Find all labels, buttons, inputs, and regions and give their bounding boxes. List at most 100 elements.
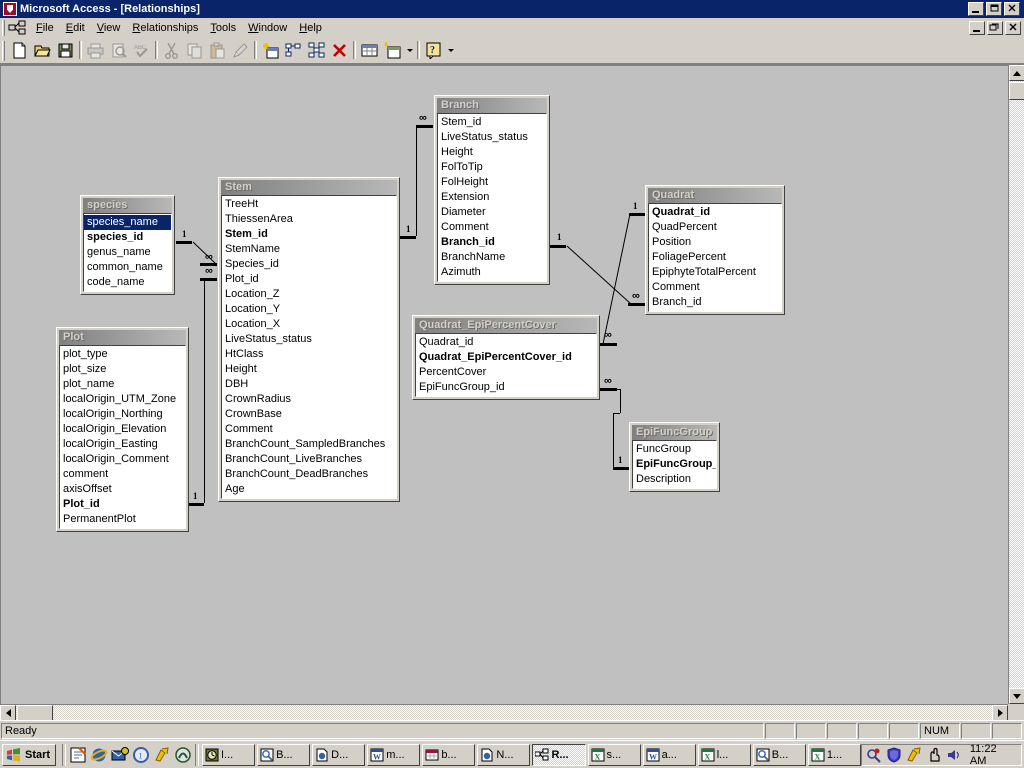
- table-title-branch[interactable]: Branch: [437, 98, 547, 113]
- new-database-button[interactable]: [8, 40, 31, 62]
- field-plot-PermanentPlot[interactable]: PermanentPlot: [60, 512, 185, 527]
- menu-grip[interactable]: [2, 19, 5, 36]
- close-button[interactable]: [1004, 2, 1020, 16]
- menu-window[interactable]: Window: [242, 20, 293, 36]
- field-branch-Diameter[interactable]: Diameter: [438, 205, 546, 220]
- field-list-plot[interactable]: plot_type plot_size plot_name localOrigin_U…: [59, 345, 186, 529]
- field-quadrat-Position[interactable]: Position: [649, 235, 781, 250]
- field-quadrat_epipercentcover-Quadrat_id[interactable]: Quadrat_id: [416, 335, 596, 350]
- menu-tools[interactable]: Tools: [204, 20, 242, 36]
- rel-line-stem-branch-v[interactable]: [416, 125, 417, 236]
- field-plot-plot_name[interactable]: plot_name: [60, 377, 185, 392]
- rel-line-efg-epi-v1[interactable]: [613, 413, 614, 467]
- field-stem-Plot_id[interactable]: Plot_id: [222, 272, 396, 287]
- field-epifuncgroup-EpiFuncGroup_id[interactable]: EpiFuncGroup_id: [633, 457, 716, 472]
- save-button[interactable]: [54, 40, 77, 62]
- field-branch-Height[interactable]: Height: [438, 145, 546, 160]
- taskbar-button-11[interactable]: X 1...: [807, 743, 861, 766]
- field-stem-Location_X[interactable]: Location_X: [222, 317, 396, 332]
- field-quadrat_epipercentcover-PercentCover[interactable]: PercentCover: [416, 365, 596, 380]
- table-box-species[interactable]: species species_name species_id genus_name c…: [80, 195, 175, 295]
- scroll-down-button[interactable]: [1009, 688, 1024, 704]
- table-title-stem[interactable]: Stem: [221, 180, 397, 195]
- table-title-quadrat_epipercentcover[interactable]: Quadrat_EpiPercentCover: [415, 318, 597, 333]
- document-restore-button[interactable]: [987, 20, 1003, 35]
- field-plot-localOrigin_Easting[interactable]: localOrigin_Easting: [60, 437, 185, 452]
- field-branch-LiveStatus_status[interactable]: LiveStatus_status: [438, 130, 546, 145]
- taskbar-button-0[interactable]: I...: [202, 743, 256, 766]
- hand-icon[interactable]: [926, 747, 942, 763]
- field-stem-BranchCount_DeadBranches[interactable]: BranchCount_DeadBranches: [222, 467, 396, 482]
- table-box-stem[interactable]: Stem TreeHt ThiessenArea Stem_id StemName Spe…: [218, 177, 400, 502]
- scroll-up-button[interactable]: [1009, 65, 1024, 81]
- rel-line-species-stem[interactable]: [192, 241, 217, 265]
- field-stem-HtClass[interactable]: HtClass: [222, 347, 396, 362]
- database-window-button[interactable]: [358, 40, 381, 62]
- field-list-quadrat_epipercentcover[interactable]: Quadrat_id Quadrat_EpiPercentCover_id Perc…: [415, 333, 597, 397]
- new-object-button[interactable]: [381, 40, 404, 62]
- field-species-genus_name[interactable]: genus_name: [84, 245, 171, 260]
- taskbar-button-4[interactable]: b...: [422, 743, 476, 766]
- field-species-species_id[interactable]: species_id: [84, 230, 171, 245]
- field-quadrat-Quadrat_id[interactable]: Quadrat_id: [649, 205, 781, 220]
- field-branch-FolToTip[interactable]: FolToTip: [438, 160, 546, 175]
- field-list-stem[interactable]: TreeHt ThiessenArea Stem_id StemName Species…: [221, 195, 397, 499]
- taskbar-button-3[interactable]: Wm...: [367, 743, 421, 766]
- start-button[interactable]: Start: [2, 743, 57, 766]
- rel-line-quadrat-epi[interactable]: [602, 213, 631, 345]
- field-stem-CrownRadius[interactable]: CrownRadius: [222, 392, 396, 407]
- taskbar-button-6[interactable]: R...: [532, 743, 586, 766]
- vertical-scroll-thumb[interactable]: [1009, 82, 1024, 100]
- field-quadrat-QuadPercent[interactable]: QuadPercent: [649, 220, 781, 235]
- menu-edit[interactable]: Edit: [60, 20, 91, 36]
- document-minimize-button[interactable]: [969, 20, 985, 35]
- field-quadrat_epipercentcover-EpiFuncGroup_id[interactable]: EpiFuncGroup_id: [416, 380, 596, 395]
- outlook-express-icon[interactable]: [111, 746, 130, 764]
- show-direct-relationships-button[interactable]: [282, 40, 305, 62]
- field-stem-CrownBase[interactable]: CrownBase: [222, 407, 396, 422]
- toolbar-grip[interactable]: [2, 40, 5, 61]
- rel-line-plot-stem-v[interactable]: [204, 278, 205, 503]
- field-stem-ThiessenArea[interactable]: ThiessenArea: [222, 212, 396, 227]
- taskbar-button-7[interactable]: Xs...: [587, 743, 641, 766]
- field-plot-comment[interactable]: comment: [60, 467, 185, 482]
- field-stem-BranchCount_SampledBranches[interactable]: BranchCount_SampledBranches: [222, 437, 396, 452]
- field-species-common_name[interactable]: common_name: [84, 260, 171, 275]
- table-box-quadrat_epipercentcover[interactable]: Quadrat_EpiPercentCover Quadrat_id Quadrat…: [412, 315, 600, 400]
- help-dropdown-arrow[interactable]: [445, 40, 456, 62]
- menu-view[interactable]: View: [91, 20, 127, 36]
- volume-icon[interactable]: [946, 747, 962, 763]
- field-plot-axisOffset[interactable]: axisOffset: [60, 482, 185, 497]
- field-branch-Branch_id[interactable]: Branch_id: [438, 235, 546, 250]
- field-branch-Azimuth[interactable]: Azimuth: [438, 265, 546, 280]
- show-table-button[interactable]: [259, 40, 282, 62]
- menu-relationships[interactable]: Relationships: [126, 20, 204, 36]
- field-quadrat-Comment[interactable]: Comment: [649, 280, 781, 295]
- virus-scan-icon[interactable]: [866, 747, 882, 763]
- field-quadrat-FoliagePercent[interactable]: FoliagePercent: [649, 250, 781, 265]
- relationships-canvas[interactable]: species species_name species_id genus_name c…: [0, 65, 1008, 704]
- field-plot-localOrigin_UTM_Zone[interactable]: localOrigin_UTM_Zone: [60, 392, 185, 407]
- taskbar-clock[interactable]: 11:22 AM: [966, 743, 1017, 767]
- netscape-icon[interactable]: [174, 746, 192, 764]
- minimize-button[interactable]: [968, 2, 984, 16]
- field-species-species_name[interactable]: species_name: [84, 215, 171, 230]
- shield-icon[interactable]: [886, 746, 902, 763]
- field-stem-TreeHt[interactable]: TreeHt: [222, 197, 396, 212]
- field-stem-Comment[interactable]: Comment: [222, 422, 396, 437]
- field-plot-plot_type[interactable]: plot_type: [60, 347, 185, 362]
- vertical-scrollbar[interactable]: [1008, 65, 1024, 704]
- field-epifuncgroup-Description[interactable]: Description: [633, 472, 716, 487]
- field-list-species[interactable]: species_name species_id genus_name common_n…: [83, 213, 172, 292]
- clear-layout-button[interactable]: [328, 40, 351, 62]
- taskbar-button-1[interactable]: B...: [257, 743, 311, 766]
- field-branch-FolHeight[interactable]: FolHeight: [438, 175, 546, 190]
- table-title-quadrat[interactable]: Quadrat: [648, 188, 782, 203]
- scroll-left-button[interactable]: [0, 705, 16, 721]
- taskbar-button-9[interactable]: Xl...: [697, 743, 751, 766]
- taskbar-button-5[interactable]: N...: [477, 743, 531, 766]
- shortcut-icon[interactable]: [153, 746, 171, 764]
- field-stem-Location_Z[interactable]: Location_Z: [222, 287, 396, 302]
- rel-line-efg-epi-v2[interactable]: [620, 389, 621, 413]
- field-stem-LiveStatus_status[interactable]: LiveStatus_status: [222, 332, 396, 347]
